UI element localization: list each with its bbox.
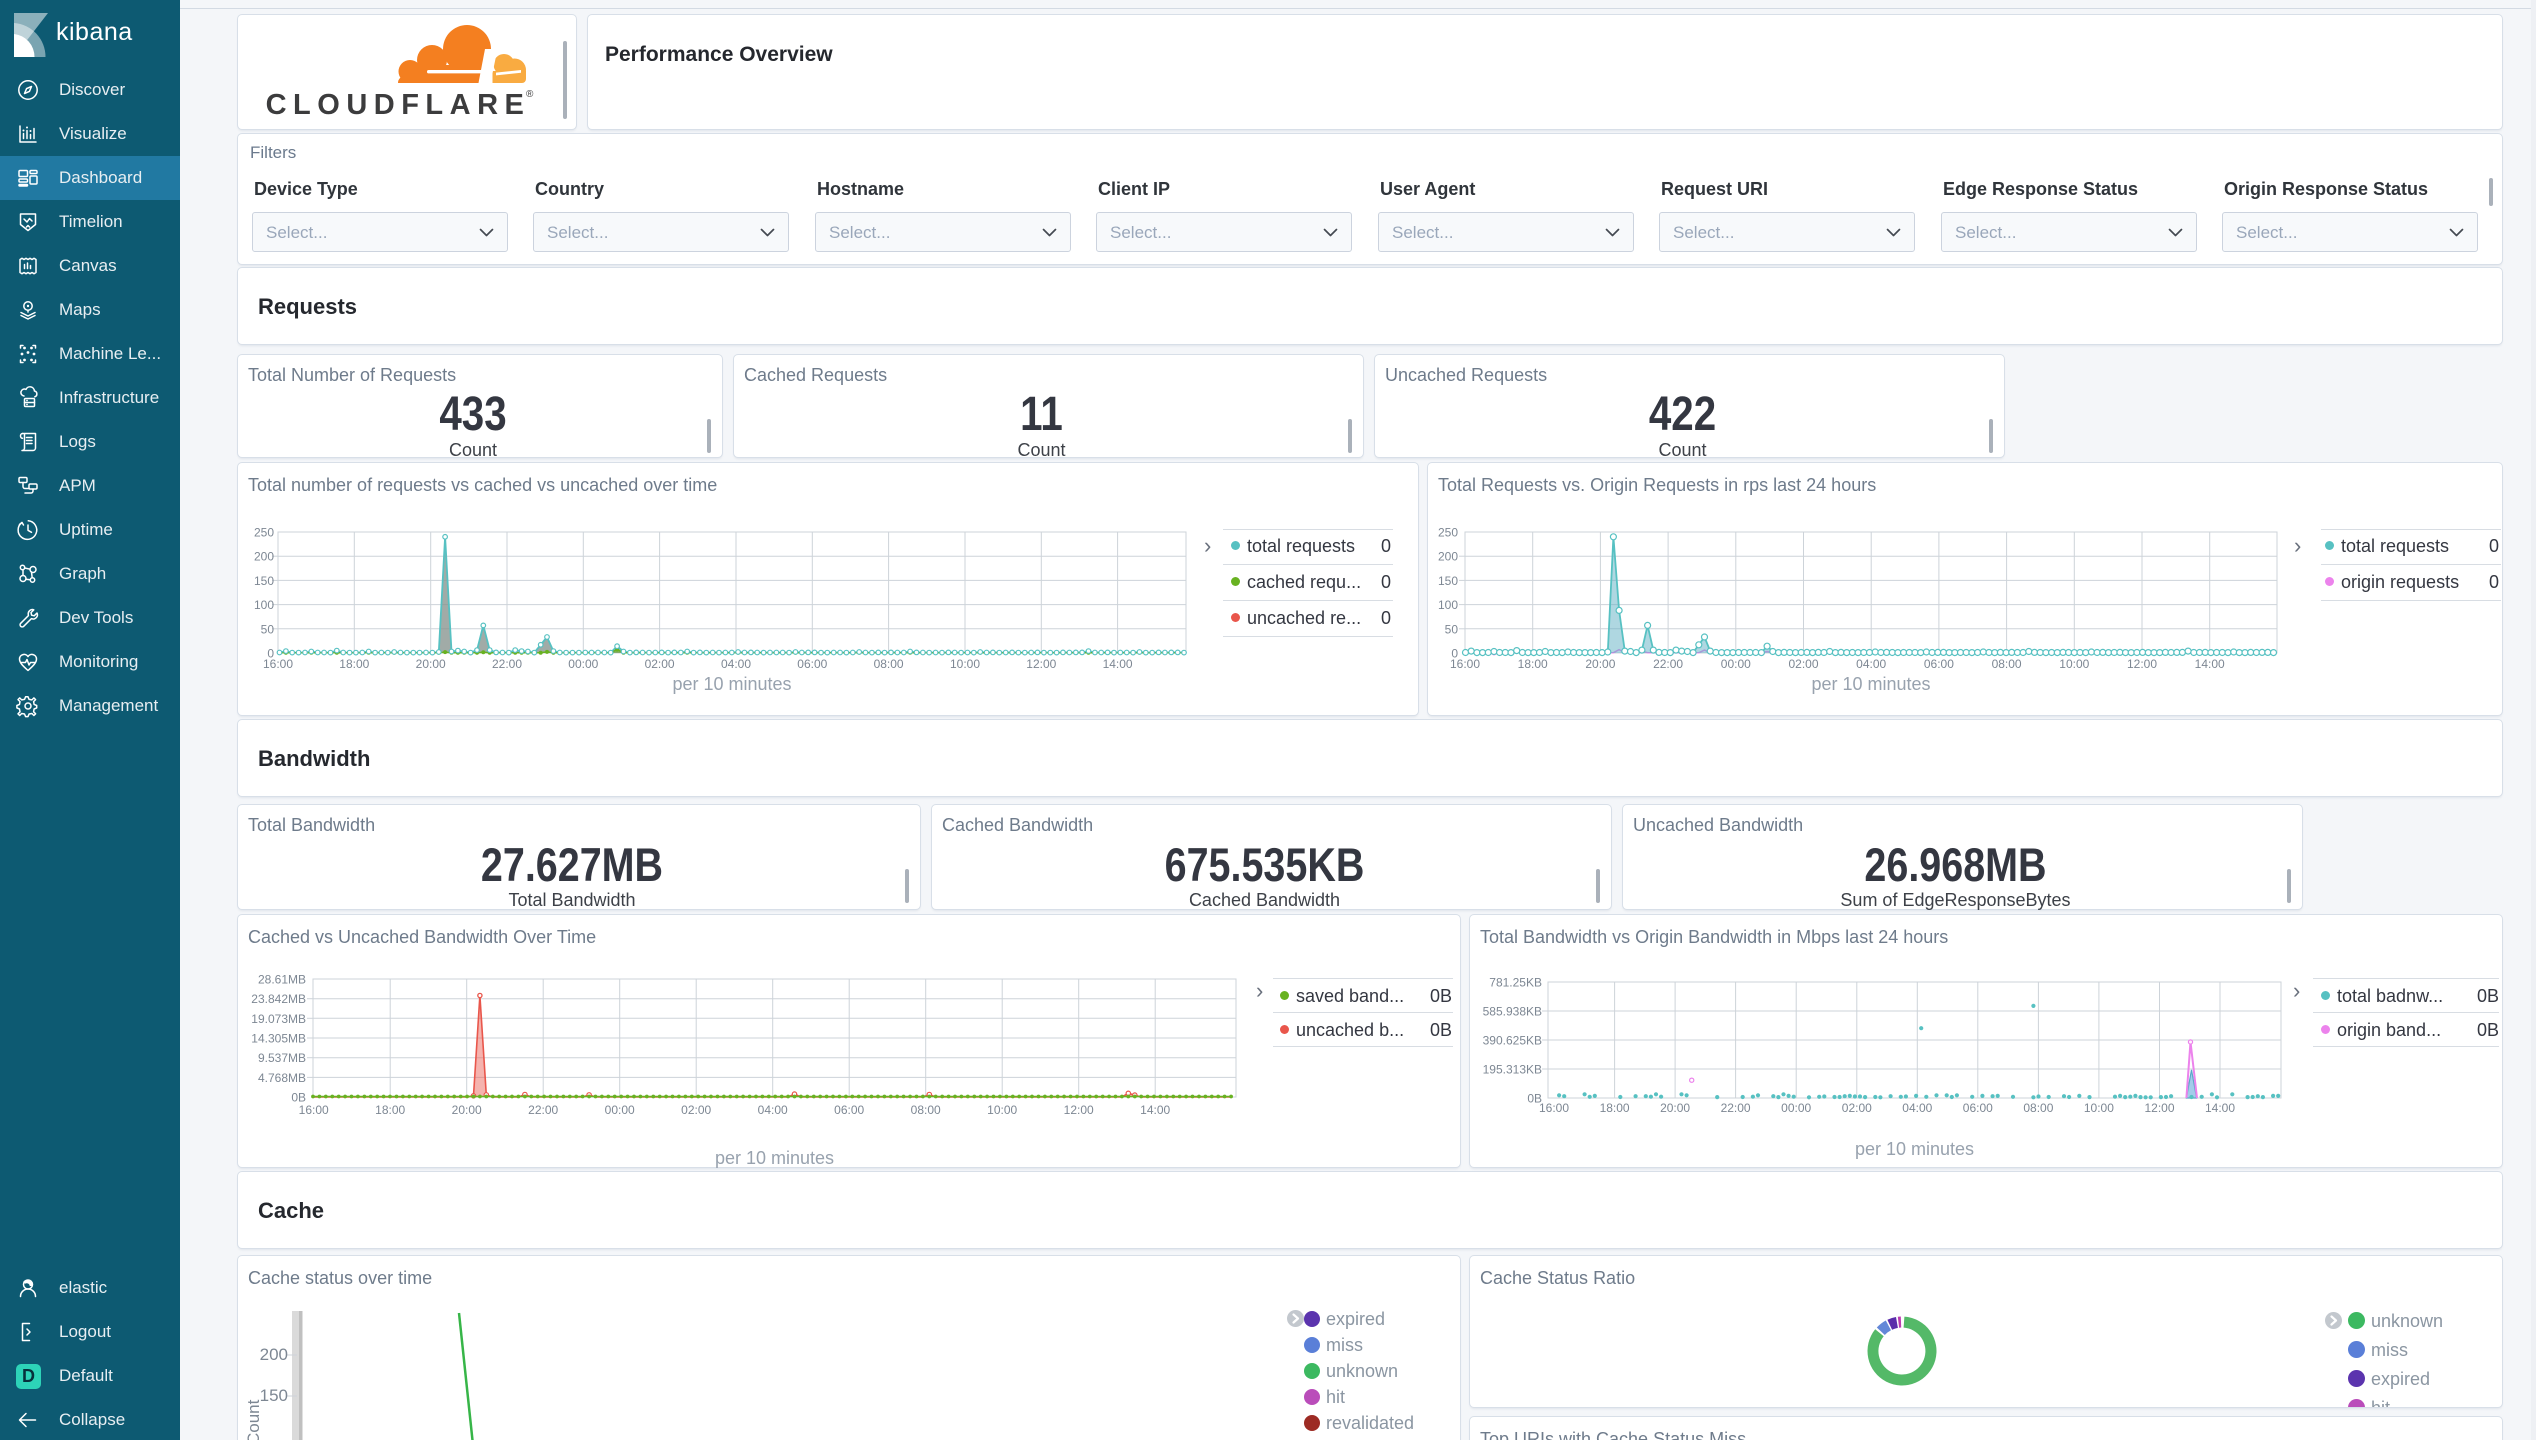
svg-text:Count: Count — [244, 1399, 263, 1440]
svg-text:200: 200 — [260, 1345, 288, 1364]
svg-text:4.768MB: 4.768MB — [258, 1071, 306, 1085]
svg-text:04:00: 04:00 — [1902, 1101, 1932, 1115]
svg-text:02:00: 02:00 — [1842, 1101, 1872, 1115]
svg-text:04:00: 04:00 — [758, 1103, 788, 1117]
svg-text:250: 250 — [1438, 526, 1458, 540]
svg-text:200: 200 — [1438, 550, 1458, 564]
svg-text:08:00: 08:00 — [2023, 1101, 2053, 1115]
svg-text:19.073MB: 19.073MB — [251, 1012, 306, 1026]
svg-text:02:00: 02:00 — [645, 657, 675, 671]
svg-text:02:00: 02:00 — [681, 1103, 711, 1117]
svg-text:100: 100 — [1438, 598, 1458, 612]
svg-text:02:00: 02:00 — [1788, 657, 1818, 671]
svg-text:100: 100 — [254, 598, 274, 612]
svg-text:20:00: 20:00 — [452, 1103, 482, 1117]
svg-text:18:00: 18:00 — [339, 657, 369, 671]
svg-text:14:00: 14:00 — [2195, 657, 2225, 671]
svg-text:20:00: 20:00 — [1585, 657, 1615, 671]
svg-text:150: 150 — [260, 1386, 288, 1405]
svg-text:08:00: 08:00 — [874, 657, 904, 671]
svg-text:06:00: 06:00 — [834, 1103, 864, 1117]
svg-text:585.938KB: 585.938KB — [1483, 1005, 1542, 1019]
svg-text:CLOUDFLARE: CLOUDFLARE — [266, 89, 531, 121]
svg-text:10:00: 10:00 — [987, 1103, 1017, 1117]
svg-text:00:00: 00:00 — [1721, 657, 1751, 671]
svg-text:20:00: 20:00 — [416, 657, 446, 671]
svg-text:50: 50 — [261, 622, 275, 636]
svg-text:18:00: 18:00 — [1518, 657, 1548, 671]
svg-text:00:00: 00:00 — [605, 1103, 635, 1117]
svg-text:04:00: 04:00 — [1856, 657, 1886, 671]
svg-text:22:00: 22:00 — [528, 1103, 558, 1117]
svg-text:14:00: 14:00 — [2205, 1101, 2235, 1115]
svg-text:06:00: 06:00 — [797, 657, 827, 671]
svg-text:22:00: 22:00 — [1721, 1101, 1751, 1115]
svg-text:50: 50 — [1445, 622, 1459, 636]
svg-text:12:00: 12:00 — [2144, 1101, 2174, 1115]
svg-text:20:00: 20:00 — [1660, 1101, 1690, 1115]
svg-text:22:00: 22:00 — [492, 657, 522, 671]
svg-text:12:00: 12:00 — [1064, 1103, 1094, 1117]
svg-text:195.313KB: 195.313KB — [1483, 1063, 1542, 1077]
svg-text:200: 200 — [254, 550, 274, 564]
svg-text:16:00: 16:00 — [299, 1103, 329, 1117]
svg-text:22:00: 22:00 — [1653, 657, 1683, 671]
svg-text:14:00: 14:00 — [1103, 657, 1133, 671]
svg-text:390.625KB: 390.625KB — [1483, 1034, 1542, 1048]
svg-text:16:00: 16:00 — [263, 657, 293, 671]
svg-text:16:00: 16:00 — [1450, 657, 1480, 671]
svg-text:150: 150 — [1438, 574, 1458, 588]
svg-text:®: ® — [526, 89, 534, 100]
svg-text:08:00: 08:00 — [1992, 657, 2022, 671]
svg-text:28.61MB: 28.61MB — [258, 973, 306, 987]
svg-text:14.305MB: 14.305MB — [251, 1032, 306, 1046]
svg-text:00:00: 00:00 — [1781, 1101, 1811, 1115]
svg-text:14:00: 14:00 — [1140, 1103, 1170, 1117]
svg-text:08:00: 08:00 — [911, 1103, 941, 1117]
svg-text:250: 250 — [254, 526, 274, 540]
svg-text:12:00: 12:00 — [1026, 657, 1056, 671]
svg-text:10:00: 10:00 — [2084, 1101, 2114, 1115]
svg-text:23.842MB: 23.842MB — [251, 992, 306, 1006]
svg-text:06:00: 06:00 — [1963, 1101, 1993, 1115]
svg-text:18:00: 18:00 — [375, 1103, 405, 1117]
svg-text:9.537MB: 9.537MB — [258, 1051, 306, 1065]
svg-text:16:00: 16:00 — [1539, 1101, 1569, 1115]
svg-text:18:00: 18:00 — [1600, 1101, 1630, 1115]
svg-text:12:00: 12:00 — [2127, 657, 2157, 671]
svg-text:150: 150 — [254, 574, 274, 588]
svg-text:04:00: 04:00 — [721, 657, 751, 671]
svg-text:10:00: 10:00 — [2059, 657, 2089, 671]
svg-text:781.25KB: 781.25KB — [1489, 976, 1542, 990]
svg-text:06:00: 06:00 — [1924, 657, 1954, 671]
svg-text:00:00: 00:00 — [568, 657, 598, 671]
svg-text:10:00: 10:00 — [950, 657, 980, 671]
